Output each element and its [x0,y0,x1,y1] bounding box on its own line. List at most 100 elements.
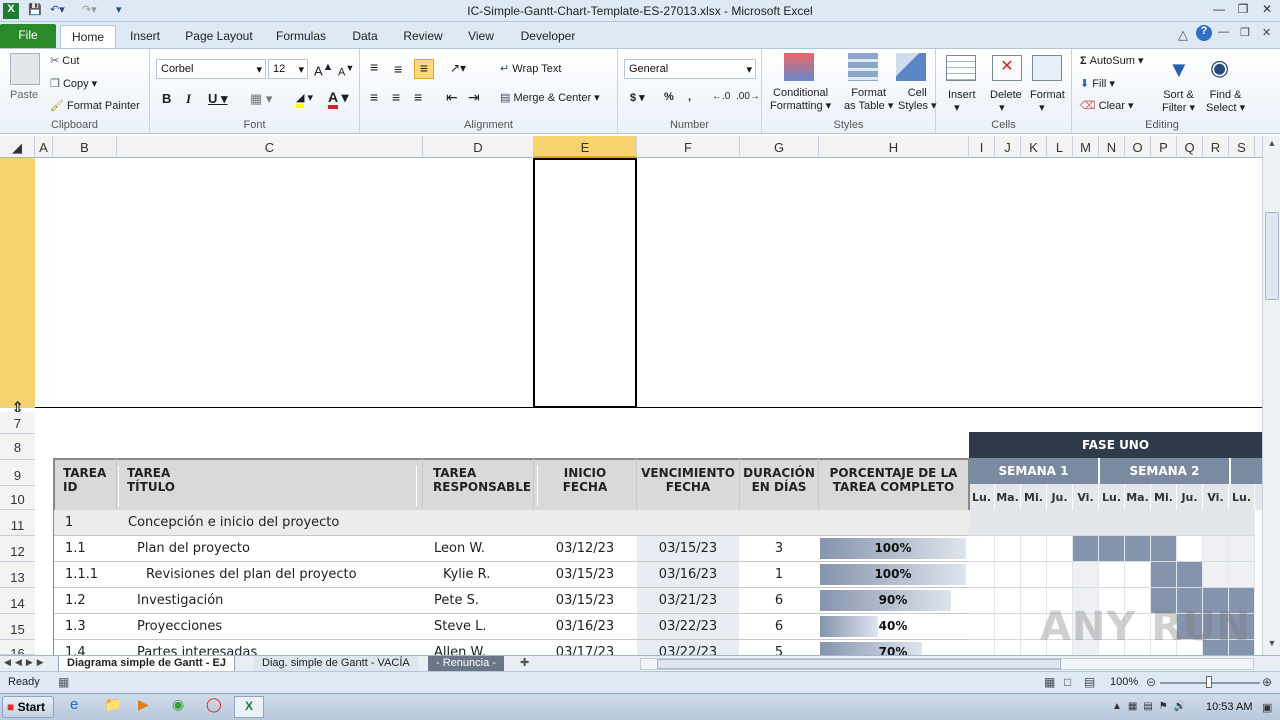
zoom-level[interactable]: 100% [1110,676,1138,688]
workbook-minimize-button[interactable]: — [1218,26,1229,38]
gantt-cell[interactable] [969,614,995,640]
task-id-cell[interactable]: 1.1.1 [65,567,115,582]
gantt-cell[interactable] [969,510,995,536]
format-as-table-icon[interactable] [848,53,878,81]
shrink-font-button[interactable]: A▼ [338,63,354,79]
fill-button[interactable]: ⬇ Fill ▾ [1080,77,1115,90]
wrap-text-button[interactable]: ↵ Wrap Text [500,62,561,75]
column-header-h[interactable]: H [819,136,969,158]
gantt-cell[interactable] [969,536,995,562]
gantt-cell[interactable] [995,510,1021,536]
column-header-q[interactable]: Q [1177,136,1203,158]
paste-icon[interactable] [10,53,40,85]
task-title-cell[interactable]: Investigación [137,593,417,608]
decrease-indent-icon[interactable]: ⇤ [446,89,458,106]
column-header-c[interactable]: C [117,136,423,158]
task-due-cell[interactable]: 03/22/23 [637,619,739,634]
orientation-icon[interactable]: ↗▾ [450,61,466,75]
clear-button[interactable]: ⌫ Clear ▾ [1080,99,1134,112]
task-start-cell[interactable]: 03/12/23 [534,541,636,556]
new-sheet-icon[interactable]: ✚ [520,656,529,669]
task-duration-cell[interactable]: 3 [740,541,818,556]
gantt-cell[interactable] [1229,510,1255,536]
column-header-l[interactable]: L [1047,136,1073,158]
minimize-ribbon-icon[interactable]: △ [1178,27,1188,43]
format-as-table-button[interactable]: Format as Table ▾ [844,87,893,113]
gantt-cell[interactable] [1229,536,1255,562]
insert-cells-icon[interactable] [946,55,976,81]
gantt-cell[interactable] [1203,536,1229,562]
internet-explorer-icon[interactable]: e [70,696,92,718]
gantt-bar-cell[interactable] [1125,536,1151,562]
task-owner-cell[interactable]: Pete S. [434,593,534,608]
gantt-cell[interactable] [1125,510,1151,536]
gantt-cell[interactable] [969,562,995,588]
tab-home[interactable]: Home [60,25,116,48]
task-id-cell[interactable]: 1.4 [65,645,115,655]
gantt-cell[interactable] [1073,510,1099,536]
merge-center-button[interactable]: ▤ Merge & Center ▾ [500,91,600,104]
show-desktop-icon[interactable]: ▣ [1262,696,1276,718]
column-header-b[interactable]: B [53,136,117,158]
gantt-bar-cell[interactable] [1073,536,1099,562]
autosum-button[interactable]: Σ AutoSum ▾ [1080,54,1144,67]
task-title-cell[interactable]: Concepción e inicio del proyecto [128,515,408,530]
format-painter-button[interactable]: 🖌 Format Painter [50,99,140,112]
gantt-cell[interactable] [1151,510,1177,536]
gantt-cell[interactable] [1047,510,1073,536]
tab-view[interactable]: View [462,25,500,48]
gantt-cell[interactable] [1099,510,1125,536]
zoom-in-icon[interactable]: ⊕ [1262,675,1272,689]
align-top-icon[interactable]: ≡ [370,59,378,75]
gantt-cell[interactable] [1177,536,1203,562]
task-start-cell[interactable]: 03/17/23 [534,645,636,655]
column-header-g[interactable]: G [740,136,819,158]
italic-button[interactable]: I [186,91,191,107]
find-select-button[interactable]: Find & Select ▾ [1206,89,1245,115]
row-header-10[interactable]: 10 [0,486,35,510]
restore-button[interactable]: ❐ [1232,2,1254,20]
task-duration-cell[interactable]: 6 [740,619,818,634]
tab-file[interactable]: File [0,24,56,48]
row-header-14[interactable]: 14 [0,588,35,614]
sheet-nav-icon[interactable]: ◀◀▶▶ [4,657,48,668]
copy-button[interactable]: ❐ Copy ▾ [50,77,97,90]
task-id-cell[interactable]: 1.3 [65,619,115,634]
opera-icon[interactable]: ◯ [206,696,228,718]
task-percent-cell[interactable]: 100% [820,563,966,585]
gantt-bar-cell[interactable] [1177,562,1203,588]
row-header-12[interactable]: 12 [0,536,35,562]
tab-data[interactable]: Data [346,25,384,48]
page-break-view-icon[interactable]: ▤ [1084,675,1095,689]
task-title-cell[interactable]: Partes interesadas [137,645,417,655]
gantt-cell[interactable] [995,614,1021,640]
underline-button[interactable]: U ▾ [208,91,228,107]
task-start-cell[interactable]: 03/15/23 [534,567,636,582]
tab-developer[interactable]: Developer [516,25,580,48]
insert-cells-button[interactable]: Insert ▾ [948,89,976,114]
gantt-cell[interactable] [1021,562,1047,588]
cell-styles-icon[interactable] [896,53,926,81]
column-header-f[interactable]: F [637,136,740,158]
sort-filter-icon[interactable]: ▼ [1168,57,1190,83]
gantt-cell[interactable] [995,536,1021,562]
task-id-cell[interactable]: 1.2 [65,593,115,608]
task-title-cell[interactable]: Revisiones del plan del proyecto [146,567,426,582]
tab-formulas[interactable]: Formulas [272,25,330,48]
media-player-icon[interactable]: ▶ [138,696,160,718]
row-header-13[interactable]: 13 [0,562,35,588]
tab-page-layout[interactable]: Page Layout [182,25,256,48]
task-owner-cell[interactable]: Kylie R. [443,567,543,582]
macro-record-icon[interactable]: ▦ [58,675,69,689]
gantt-cell[interactable] [995,640,1021,655]
gantt-cell[interactable] [969,640,995,655]
column-header-m[interactable]: M [1073,136,1099,158]
task-duration-cell[interactable]: 5 [740,645,818,655]
cut-button[interactable]: ✂ Cut [50,54,79,67]
column-header-r[interactable]: R [1203,136,1229,158]
task-owner-cell[interactable]: Steve L. [434,619,534,634]
gantt-cell[interactable] [1177,510,1203,536]
align-middle-icon[interactable]: ≡ [394,61,402,77]
increase-decimal-icon[interactable]: ←.0 [712,91,730,102]
row-header-11[interactable]: 11 [0,510,35,536]
